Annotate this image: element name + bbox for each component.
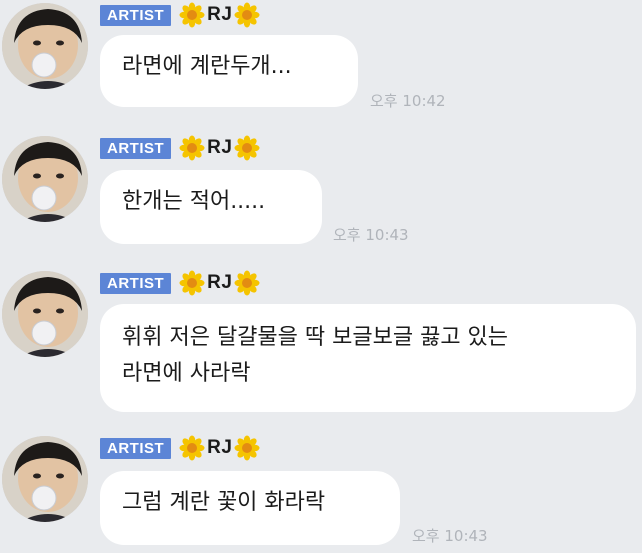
message-text-line: 라면에 사라락 bbox=[122, 361, 251, 386]
flower-icon bbox=[179, 2, 205, 28]
sender-name-text: RJ bbox=[207, 4, 233, 25]
avatar[interactable] bbox=[2, 271, 88, 357]
message-time: 오후 10:43 bbox=[412, 527, 488, 545]
flower-icon bbox=[179, 270, 205, 296]
message-text-line: 그럼 계란 꽃이 화라락 bbox=[122, 490, 326, 515]
message-text-line: 휘휘 저은 달걀물을 딱 보글보글 끓고 있는 bbox=[122, 325, 509, 350]
message-bubble[interactable]: 휘휘 저은 달걀물을 딱 보글보글 끓고 있는 라면에 사라락 bbox=[100, 304, 636, 412]
avatar-image bbox=[2, 271, 88, 357]
chat-message: ARTIST RJ bbox=[0, 0, 642, 125]
message-time: 오후 10:43 bbox=[333, 226, 409, 244]
artist-badge: ARTIST bbox=[100, 4, 172, 26]
sender-name-text: RJ bbox=[207, 272, 233, 293]
flower-icon bbox=[234, 435, 260, 461]
sender-row: ARTIST RJ bbox=[100, 433, 260, 463]
message-time: 오후 10:42 bbox=[370, 92, 446, 110]
sender-name-text: RJ bbox=[207, 137, 233, 158]
message-text-line: 라면에 계란두개... bbox=[122, 54, 292, 79]
sender-row: ARTIST RJ bbox=[100, 133, 260, 163]
message-text-line: 한개는 적어..... bbox=[122, 189, 266, 214]
avatar-image bbox=[2, 136, 88, 222]
artist-badge: ARTIST bbox=[100, 272, 172, 294]
sender-name-text: RJ bbox=[207, 437, 233, 458]
message-bubble[interactable]: 라면에 계란두개... bbox=[100, 35, 358, 107]
sender-row: ARTIST RJ bbox=[100, 0, 260, 30]
chat-message: ARTIST RJ bbox=[0, 433, 642, 553]
sender-name[interactable]: RJ bbox=[179, 435, 260, 461]
message-bubble[interactable]: 그럼 계란 꽃이 화라락 bbox=[100, 471, 400, 545]
chat-message: ARTIST RJ bbox=[0, 133, 642, 258]
artist-badge: ARTIST bbox=[100, 437, 172, 459]
sender-name[interactable]: RJ bbox=[179, 270, 260, 296]
message-bubble[interactable]: 한개는 적어..... bbox=[100, 170, 322, 244]
artist-badge: ARTIST bbox=[100, 137, 172, 159]
sender-name[interactable]: RJ bbox=[179, 2, 260, 28]
avatar-image bbox=[2, 436, 88, 522]
sender-row: ARTIST RJ bbox=[100, 268, 260, 298]
chat-message: ARTIST RJ bbox=[0, 268, 642, 428]
flower-icon bbox=[234, 2, 260, 28]
avatar[interactable] bbox=[2, 3, 88, 89]
avatar[interactable] bbox=[2, 436, 88, 522]
chat-window: ARTIST RJ 라면에 계란두개... 오후 10:42 ARTIST RJ… bbox=[0, 0, 642, 553]
flower-icon bbox=[234, 270, 260, 296]
avatar[interactable] bbox=[2, 136, 88, 222]
flower-icon bbox=[179, 435, 205, 461]
flower-icon bbox=[234, 135, 260, 161]
sender-name[interactable]: RJ bbox=[179, 135, 260, 161]
avatar-image bbox=[2, 3, 88, 89]
flower-icon bbox=[179, 135, 205, 161]
